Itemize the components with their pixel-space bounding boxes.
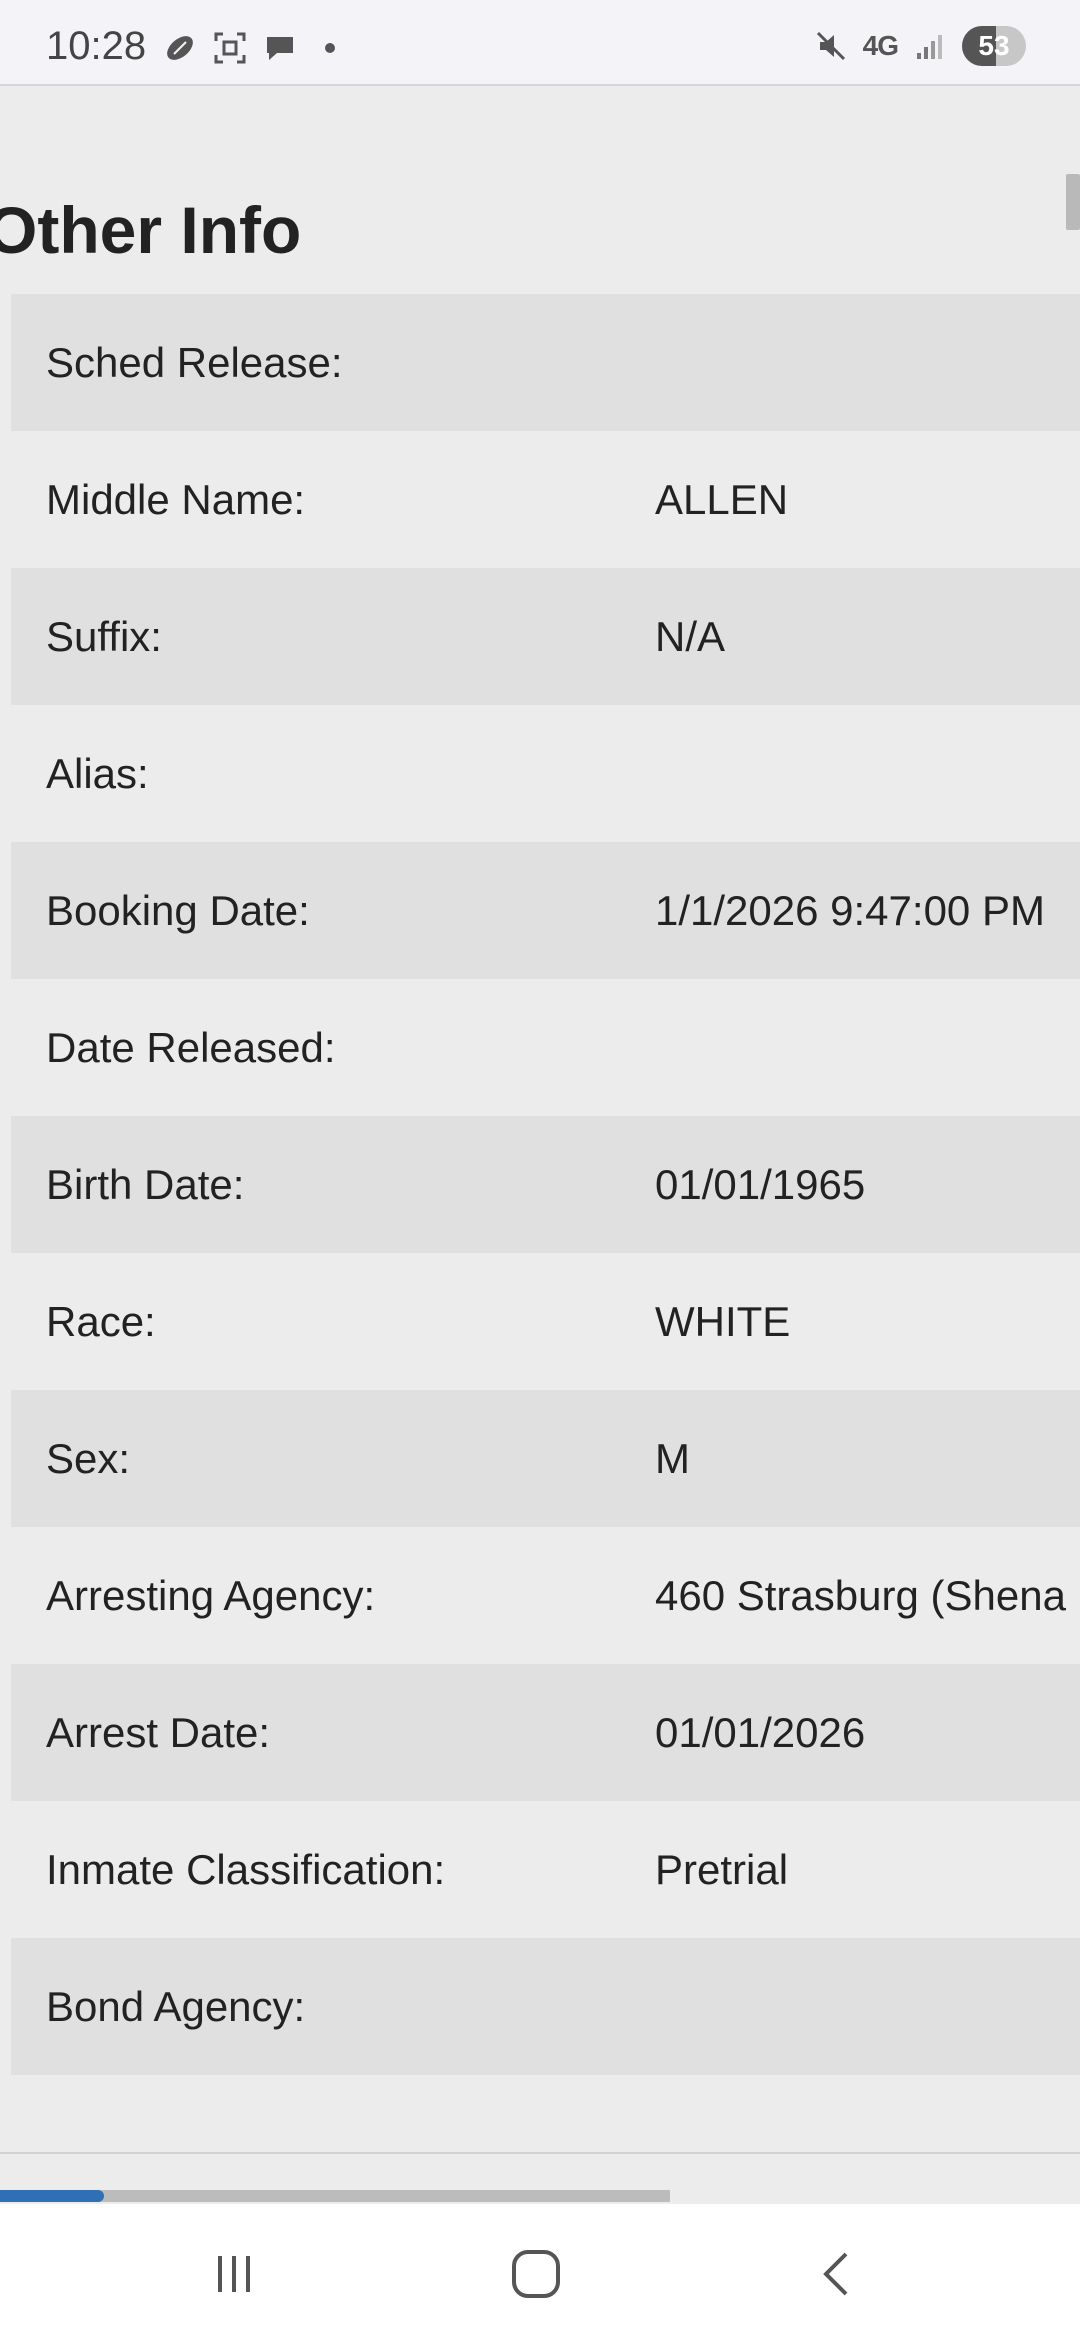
row-label: Date Released: bbox=[46, 1023, 336, 1071]
back-icon[interactable] bbox=[808, 2244, 868, 2304]
row-value: 1/1/2026 9:47:00 PM bbox=[655, 886, 1045, 934]
navigation-bar bbox=[0, 2204, 1080, 2340]
row-label: Arrest Date: bbox=[46, 1708, 271, 1756]
horizontal-scrollbar[interactable] bbox=[0, 2190, 670, 2202]
signal-icon bbox=[912, 28, 948, 64]
table-row: Sched Release: bbox=[11, 294, 1080, 431]
row-value: WHITE bbox=[655, 1297, 791, 1345]
info-table: Sched Release: Middle Name: ALLEN Suffix… bbox=[11, 294, 1080, 2075]
battery-indicator: 53 bbox=[962, 26, 1026, 66]
row-value: 01/01/1965 bbox=[655, 1160, 866, 1208]
row-label: Bond Agency: bbox=[46, 1982, 306, 2030]
dot-icon bbox=[312, 30, 348, 66]
row-label: Sex: bbox=[46, 1434, 131, 1482]
row-value: Pretrial bbox=[655, 1845, 789, 1893]
row-value: 01/01/2026 bbox=[655, 1708, 866, 1756]
table-row: Date Released: bbox=[11, 979, 1080, 1116]
table-row: Arresting Agency: 460 Strasburg (Shena bbox=[11, 1527, 1080, 1664]
row-label: Sched Release: bbox=[46, 338, 343, 386]
battery-level: 53 bbox=[978, 30, 1010, 61]
home-icon[interactable] bbox=[506, 2244, 566, 2304]
horizontal-scroll-thumb[interactable] bbox=[0, 2190, 104, 2202]
table-row: Suffix: N/A bbox=[11, 568, 1080, 705]
content-divider bbox=[0, 2152, 1080, 2154]
row-label: Race: bbox=[46, 1297, 156, 1345]
table-row: Birth Date: 01/01/1965 bbox=[11, 1116, 1080, 1253]
table-row: Alias: bbox=[11, 705, 1080, 842]
status-time: 10:28 bbox=[46, 24, 147, 68]
system-icons: 4G 53 bbox=[813, 26, 1026, 66]
chat-icon bbox=[262, 30, 298, 66]
row-value: M bbox=[655, 1434, 690, 1482]
vertical-scrollbar[interactable] bbox=[1066, 174, 1080, 230]
network-label: 4G bbox=[862, 30, 899, 61]
table-row: Arrest Date: 01/01/2026 bbox=[11, 1664, 1080, 1801]
row-label: Alias: bbox=[46, 749, 149, 797]
row-value: ALLEN bbox=[655, 475, 789, 523]
table-row: Inmate Classification: Pretrial bbox=[11, 1801, 1080, 1938]
table-row: Bond Agency: bbox=[11, 1938, 1080, 2075]
page-content: Other Info Sched Release: Middle Name: A… bbox=[0, 88, 1080, 2154]
mute-icon bbox=[813, 28, 849, 64]
row-value: N/A bbox=[655, 612, 726, 660]
row-label: Arresting Agency: bbox=[46, 1571, 376, 1619]
notification-icons bbox=[162, 30, 348, 66]
table-row: Sex: M bbox=[11, 1390, 1080, 1527]
row-label: Booking Date: bbox=[46, 886, 310, 934]
row-label: Suffix: bbox=[46, 612, 162, 660]
table-row: Race: WHITE bbox=[11, 1253, 1080, 1390]
table-row: Booking Date: 1/1/2026 9:47:00 PM bbox=[11, 842, 1080, 979]
row-label: Inmate Classification: bbox=[46, 1845, 446, 1893]
row-value: 460 Strasburg (Shena bbox=[655, 1571, 1066, 1619]
recents-icon[interactable] bbox=[204, 2244, 264, 2304]
row-label: Birth Date: bbox=[46, 1160, 245, 1208]
table-row: Middle Name: ALLEN bbox=[11, 431, 1080, 568]
row-label: Middle Name: bbox=[46, 475, 306, 523]
screenshot-icon bbox=[212, 30, 248, 66]
section-title: Other Info bbox=[0, 193, 302, 267]
football-icon bbox=[162, 30, 198, 66]
status-bar: 10:28 4G 53 bbox=[0, 0, 1080, 86]
